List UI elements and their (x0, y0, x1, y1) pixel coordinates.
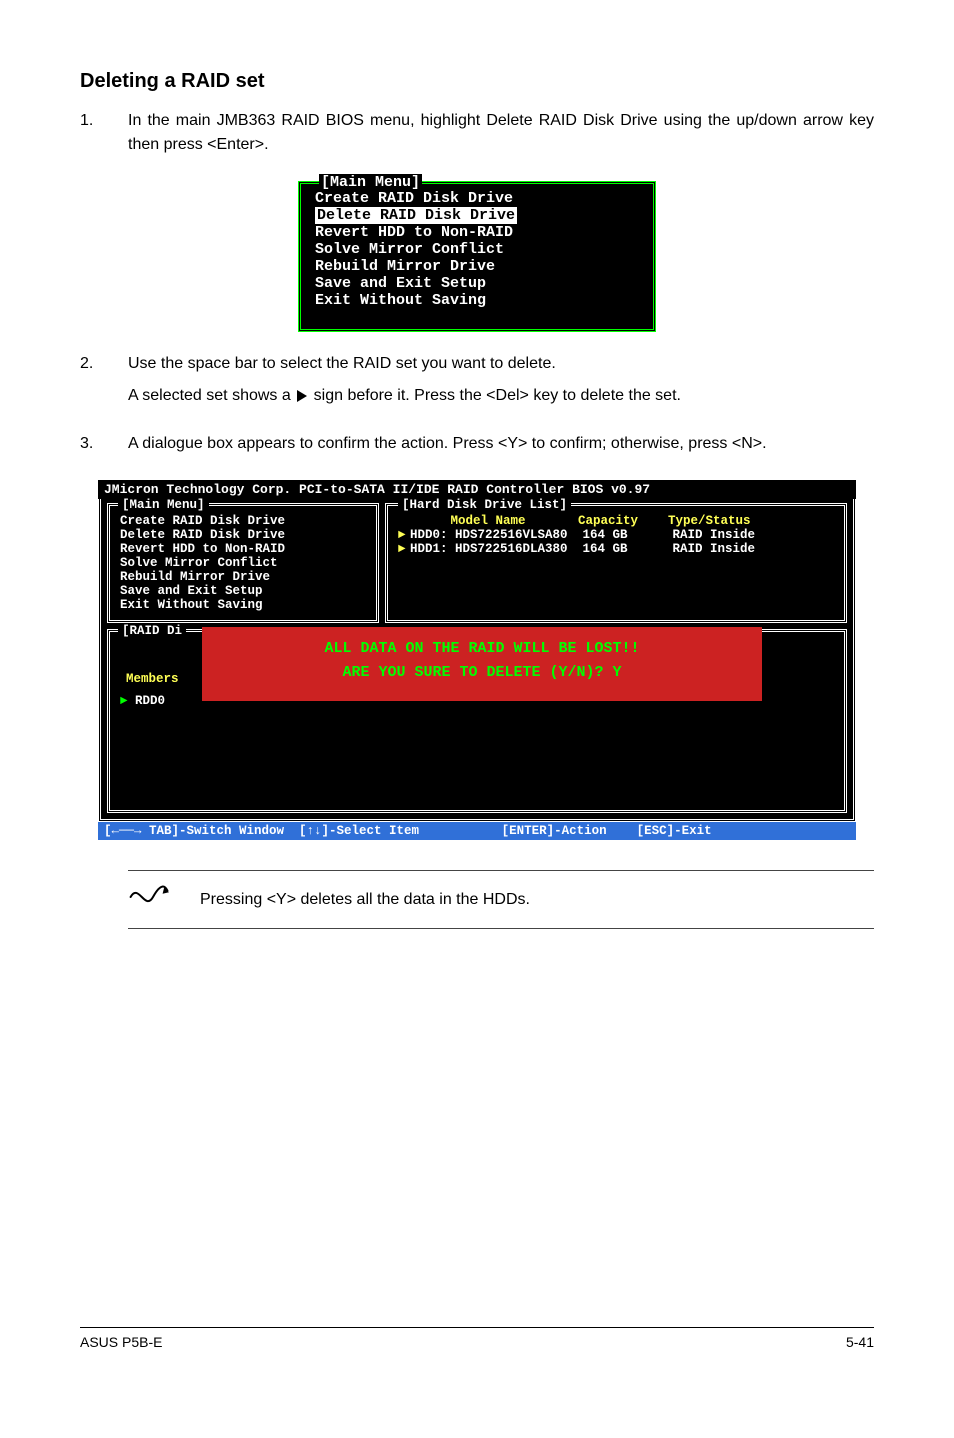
page-footer: ASUS P5B-E 5-41 (80, 1327, 874, 1350)
bios-main-menu-small: [Main Menu] Create RAID Disk Drive Delet… (298, 181, 656, 332)
bios-delete-confirm-screen: JMicron Technology Corp. PCI-to-SATA II/… (98, 480, 856, 840)
hdd-header: Model Name Capacity Type/Status (398, 514, 834, 528)
menu-item: Exit Without Saving (301, 292, 653, 309)
step-1: 1. In the main JMB363 RAID BIOS menu, hi… (80, 109, 874, 165)
menu-item-selected: Delete RAID Disk Drive (301, 207, 653, 224)
hdd-list-panel: [Hard Disk Drive List] Model Name Capaci… (385, 503, 847, 623)
note-text: Pressing <Y> deletes all the data in the… (200, 891, 530, 909)
menu-item: Solve Mirror Conflict (120, 556, 366, 570)
panel-title-truncated: [RAID Di (118, 624, 186, 638)
members-label: Members (126, 672, 179, 686)
triangle-icon: ► (398, 528, 410, 542)
step-2: 2. Use the space bar to select the RAID … (80, 352, 874, 416)
bios-small-title: [Main Menu] (319, 174, 422, 191)
menu-item: Exit Without Saving (120, 598, 366, 612)
bios-footer-hints: [←──→ TAB]-Switch Window [↑↓]-Select Ite… (98, 822, 856, 840)
panel-title: [Main Menu] (118, 498, 209, 512)
step-number: 3. (80, 432, 128, 464)
dialog-line-2: ARE YOU SURE TO DELETE (Y/N)? Y (202, 661, 762, 685)
step-2-text-b: A selected set shows a sign before it. P… (128, 384, 874, 408)
rdd-row: ► RDD0 (120, 694, 165, 708)
step-number: 1. (80, 109, 128, 165)
raid-disk-panel: [RAID Di Members ► RDD0 ALL DATA ON THE … (107, 629, 847, 813)
footer-right: 5-41 (846, 1334, 874, 1350)
footer-left: ASUS P5B-E (80, 1334, 162, 1350)
step-3: 3. A dialogue box appears to confirm the… (80, 432, 874, 464)
main-menu-panel: [Main Menu] Create RAID Disk Drive Delet… (107, 503, 379, 623)
menu-item: Save and Exit Setup (120, 584, 366, 598)
menu-item: Delete RAID Disk Drive (120, 528, 366, 542)
step-2-text-a: Use the space bar to select the RAID set… (128, 352, 874, 376)
step-1-text: In the main JMB363 RAID BIOS menu, highl… (128, 109, 874, 157)
menu-item: Revert HDD to Non-RAID (301, 224, 653, 241)
menu-item: Rebuild Mirror Drive (120, 570, 366, 584)
triangle-icon (297, 390, 307, 402)
hdd-row: ►HDD1: HDS722516DLA380 164 GB RAID Insid… (398, 542, 834, 556)
menu-item: Create RAID Disk Drive (120, 514, 366, 528)
note-icon (128, 881, 170, 918)
triangle-icon: ► (398, 542, 410, 556)
menu-item: Revert HDD to Non-RAID (120, 542, 366, 556)
menu-item: Save and Exit Setup (301, 275, 653, 292)
step-3-text: A dialogue box appears to confirm the ac… (128, 432, 874, 456)
bios-header: JMicron Technology Corp. PCI-to-SATA II/… (98, 480, 856, 499)
panel-title: [Hard Disk Drive List] (398, 498, 571, 512)
dialog-line-1: ALL DATA ON THE RAID WILL BE LOST!! (202, 637, 762, 661)
hdd-row: ►HDD0: HDS722516VLSA80 164 GB RAID Insid… (398, 528, 834, 542)
menu-item: Rebuild Mirror Drive (301, 258, 653, 275)
note-callout: Pressing <Y> deletes all the data in the… (128, 870, 874, 929)
section-heading: Deleting a RAID set (80, 70, 874, 93)
confirm-delete-dialog: ALL DATA ON THE RAID WILL BE LOST!! ARE … (202, 627, 762, 701)
menu-item: Create RAID Disk Drive (301, 190, 653, 207)
step-number: 2. (80, 352, 128, 416)
triangle-icon: ► (120, 694, 128, 708)
menu-item: Solve Mirror Conflict (301, 241, 653, 258)
